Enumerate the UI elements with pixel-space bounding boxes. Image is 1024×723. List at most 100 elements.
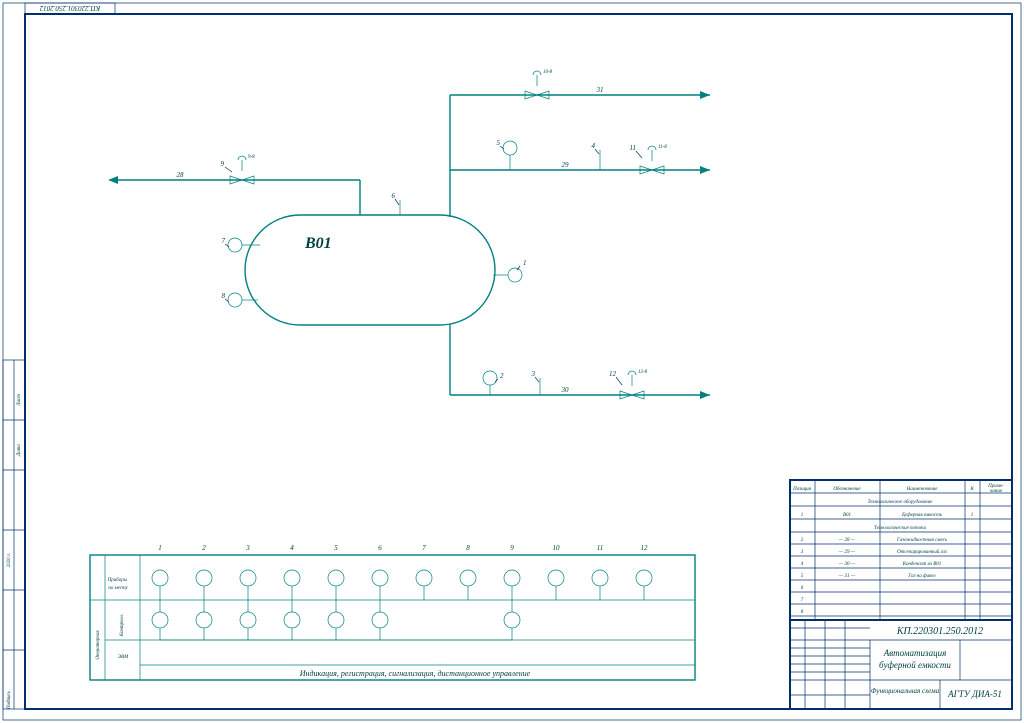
- valve-9-label: 9-8: [248, 155, 255, 160]
- instrument-6: 6: [392, 192, 401, 215]
- arrow-out-icon-3: [700, 391, 710, 399]
- left-label-c: Дата: [17, 444, 22, 457]
- stream-29: 29 5 4 11-8 11: [450, 139, 710, 174]
- matrix-sensor-icon: [504, 570, 520, 586]
- inner-frame: [25, 14, 1012, 709]
- bom-h-kol: К: [969, 487, 974, 492]
- stream-31: 31 10-8: [450, 70, 710, 99]
- bom-cell: — 31 —: [838, 574, 856, 579]
- matrix-col-num: 9: [510, 544, 514, 552]
- tag-7-num: 7: [222, 237, 226, 245]
- matrix-sensor-icon: [460, 570, 476, 586]
- bom-r1-poz: 1: [801, 513, 804, 518]
- tag-4-num: 4: [592, 142, 596, 150]
- org: АГТУ ДИА-51: [947, 689, 1002, 699]
- arrow-out-icon-2: [700, 166, 710, 174]
- drawing-canvas: КП.220301.250.2012 Подпись 2020 г. Дата …: [0, 0, 1024, 723]
- valve-10-label: 10-8: [543, 70, 553, 75]
- matrix-sensor-icon: [548, 570, 564, 586]
- arrow-out-icon: [700, 91, 710, 99]
- tag-9-num: 9: [221, 160, 225, 168]
- bom-cell: 3: [801, 550, 804, 555]
- tag-6-num: 6: [392, 192, 396, 200]
- matrix-col-num: 5: [334, 544, 338, 552]
- stream-29-label: 29: [562, 161, 570, 169]
- instrument-1: 1: [493, 259, 527, 282]
- matrix-col-num: 10: [553, 544, 561, 552]
- left-label-a: Подпись: [7, 690, 12, 710]
- bom-cell: 8: [801, 610, 804, 615]
- bom-cell: 6: [801, 586, 804, 591]
- subtitle: Функциональная схема: [871, 687, 940, 695]
- instrument-2: 2: [483, 371, 504, 395]
- matrix-row1-label: Приборы по месту: [107, 578, 129, 591]
- doc-number: КП.220301.250.2012: [896, 626, 983, 637]
- stream-28-label: 28: [177, 171, 185, 179]
- tag-1-num: 1: [523, 259, 527, 267]
- bom-h-prim: Приме-чание: [987, 484, 1004, 494]
- bom-cell: 2: [801, 538, 804, 543]
- arrow-in-icon: [108, 176, 118, 184]
- matrix-controller-icon: [196, 612, 212, 628]
- matrix-sensor-icon: [284, 570, 300, 586]
- bom-r1-kol: 1: [971, 513, 974, 518]
- matrix-sensor-icon: [240, 570, 256, 586]
- stream-30-label: 30: [561, 386, 570, 394]
- left-label-b: 2020 г.: [7, 553, 12, 567]
- matrix-col-num: 1: [158, 544, 162, 552]
- instrument-3: 3: [531, 370, 541, 395]
- doc-number-top-text: КП.220301.250.2012: [39, 4, 101, 12]
- valve-12-label: 12-8: [638, 370, 648, 375]
- instrument-8: 8: [222, 292, 259, 307]
- tag-8-num: 8: [222, 292, 226, 300]
- bom-cell: — 28 —: [838, 538, 856, 543]
- matrix-sensor-icon: [592, 570, 608, 586]
- matrix-col-num: 7: [422, 544, 426, 552]
- matrix-sensor-icon: [372, 570, 388, 586]
- bom-h-poz: Позиция: [792, 487, 811, 492]
- vessel-label: B01: [304, 235, 332, 252]
- bom-h-obozn: Обозначение: [833, 487, 861, 492]
- matrix-sensor-icon: [416, 570, 432, 586]
- matrix-sensor-icon: [196, 570, 212, 586]
- bom-cell: — 30 —: [838, 562, 856, 567]
- valve-11-label: 11-8: [658, 145, 667, 150]
- tag-11-num: 11: [630, 144, 636, 152]
- title-line2: буферной емкости: [879, 660, 951, 670]
- bom-h-naim: Наименование: [906, 487, 939, 492]
- instrument-4: 4: [592, 142, 601, 170]
- matrix-controller-icon: [328, 612, 344, 628]
- doc-number-tab: КП.220301.250.2012: [25, 3, 115, 14]
- outer-frame: [3, 3, 1021, 720]
- matrix-row2-label: Контролл.: [120, 614, 125, 637]
- tag-3-num: 3: [531, 370, 536, 378]
- stream-31-label: 31: [596, 86, 604, 94]
- bom-cell: Конденсат из B01: [902, 562, 942, 567]
- matrix-footer: Индикация, регистрация, сигнализация, ди…: [299, 669, 531, 678]
- bom-cell: 4: [801, 562, 804, 567]
- signal-matrix: Приборы по месту Операторная Контролл. Э…: [90, 544, 695, 680]
- title-block: Позиция Обозначение Наименование К Приме…: [790, 480, 1012, 709]
- matrix-controller-icon: [504, 612, 520, 628]
- left-binding-blocks: Подпись 2020 г. Дата Лист: [3, 360, 25, 710]
- stream-30: 30 2 3 12-8 12: [450, 324, 710, 399]
- matrix-sensor-icon: [636, 570, 652, 586]
- matrix-group-label: Операторная: [96, 630, 101, 660]
- bom-cell: Отсепарированный газ: [897, 549, 947, 555]
- matrix-col-num: 6: [378, 544, 382, 552]
- stream-28: 28 9-8 9: [108, 155, 360, 215]
- matrix-col-num: 12: [641, 544, 649, 552]
- bom-cell: 5: [801, 574, 804, 579]
- matrix-col-num: 8: [466, 544, 470, 552]
- tag-2-num: 2: [500, 372, 504, 380]
- tag-12-num: 12: [609, 370, 617, 378]
- matrix-col-num: 4: [290, 544, 294, 552]
- matrix-col-num: 3: [245, 544, 250, 552]
- instrument-5: 5: [497, 139, 518, 170]
- bom-cell: — 29 —: [838, 550, 856, 555]
- title-line1: Автоматизация: [883, 648, 947, 658]
- matrix-controller-icon: [240, 612, 256, 628]
- bom-sec1: Технологическое оборудование: [868, 500, 934, 505]
- bom-sec2: Технологические потоки: [874, 526, 927, 531]
- matrix-row3-label: ЭВМ: [118, 655, 129, 660]
